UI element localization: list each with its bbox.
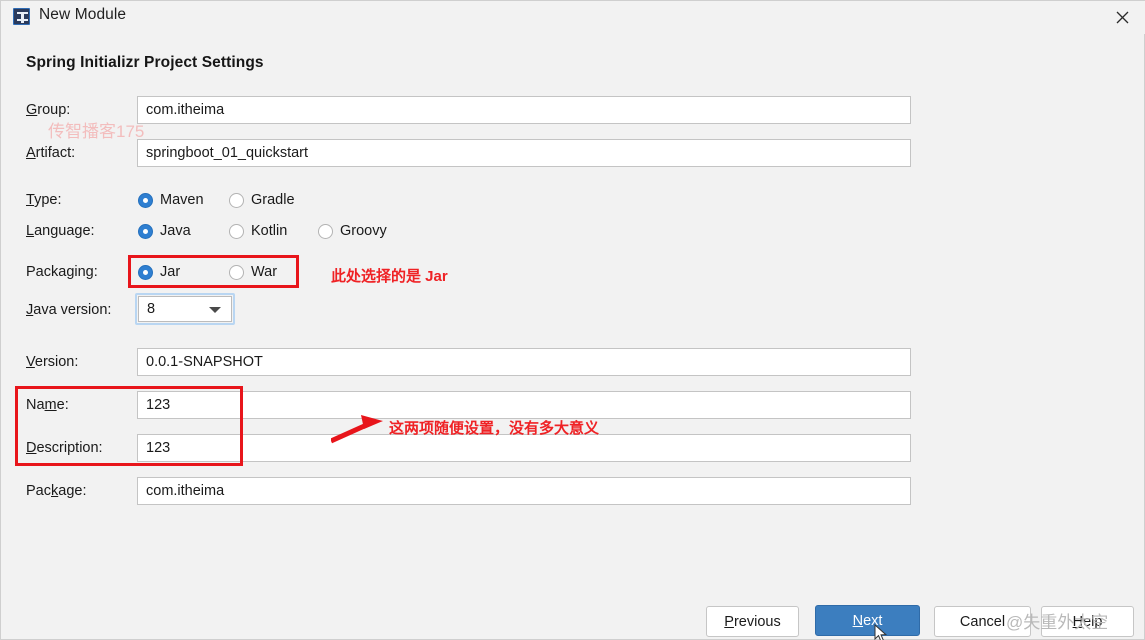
previous-button[interactable]: Previous (706, 606, 799, 637)
packaging-option-war[interactable]: War (229, 264, 277, 280)
language-label-text: anguage: (34, 223, 95, 239)
previous-button-label: Previous (724, 613, 781, 630)
annotation-text-packaging: 此处选择的是 Jar (331, 268, 448, 285)
package-label: Package: (26, 483, 87, 499)
type-label-text: ype: (34, 192, 62, 208)
artifact-input[interactable]: springboot_01_quickstart (137, 139, 911, 167)
close-icon[interactable] (1099, 1, 1145, 34)
group-input[interactable]: com.itheima (137, 96, 911, 124)
language-radio-group: Java Kotlin Groovy (138, 223, 387, 239)
language-option-groovy-label: Groovy (340, 223, 387, 239)
name-label: Name: (26, 397, 69, 413)
packaging-radio-group: Jar War (138, 264, 277, 280)
cancel-button-label: Cancel (959, 613, 1006, 630)
help-button-label: Help (1072, 613, 1103, 630)
name-input[interactable]: 123 (137, 391, 911, 419)
name-label-text: Na (26, 397, 45, 413)
watermark-top: 传智播客175 (48, 122, 145, 141)
java-version-value: 8 (147, 301, 156, 317)
artifact-label-text: rtifact: (35, 145, 76, 161)
language-label: Language: (26, 223, 95, 239)
page-title: Spring Initializr Project Settings (26, 54, 264, 71)
radio-selected-icon (138, 192, 153, 208)
package-input[interactable]: com.itheima (137, 477, 911, 505)
packaging-option-jar[interactable]: Jar (138, 264, 229, 280)
annotation-text-name-description: 这两项随便设置，没有多大意义 (389, 420, 600, 437)
type-option-maven-label: Maven (160, 192, 204, 208)
java-version-label: Java version: (26, 302, 112, 318)
radio-unselected-icon (229, 264, 244, 280)
radio-selected-icon (138, 223, 153, 239)
radio-unselected-icon (318, 223, 333, 239)
packaging-option-war-label: War (251, 264, 278, 280)
version-label: Version: (26, 354, 79, 370)
radio-unselected-icon (229, 192, 244, 208)
artifact-label: Artifact: (26, 145, 76, 161)
language-option-java[interactable]: Java (138, 223, 229, 239)
cancel-button[interactable]: Cancel (934, 606, 1031, 637)
type-option-gradle[interactable]: Gradle (229, 192, 295, 208)
chevron-down-icon (209, 307, 221, 313)
radio-unselected-icon (229, 223, 244, 239)
title-bar: New Module (1, 1, 1145, 34)
next-button[interactable]: Next (815, 605, 920, 636)
version-input[interactable]: 0.0.1-SNAPSHOT (137, 348, 911, 376)
packaging-label-text: Packa (26, 264, 67, 280)
type-option-maven[interactable]: Maven (138, 192, 229, 208)
window-title: New Module (39, 6, 127, 23)
radio-selected-icon (138, 264, 153, 280)
new-module-dialog: New Module Spring Initializr Project Set… (0, 0, 1145, 640)
language-option-kotlin-label: Kotlin (251, 223, 288, 239)
packaging-option-jar-label: Jar (160, 264, 181, 280)
type-option-gradle-label: Gradle (251, 192, 295, 208)
group-label: Group: (26, 102, 71, 118)
java-version-select-inner[interactable]: 8 (138, 296, 232, 322)
description-label: Description: (26, 440, 103, 456)
language-option-java-label: Java (160, 223, 191, 239)
next-button-label: Next (852, 612, 883, 629)
package-label-text: Pac (26, 483, 51, 499)
group-label-text: roup: (37, 102, 71, 118)
help-button[interactable]: Help (1041, 606, 1134, 637)
description-input[interactable]: 123 (137, 434, 911, 462)
java-version-label-text: ava version: (33, 302, 112, 318)
version-label-text: ersion: (34, 354, 79, 370)
language-option-groovy[interactable]: Groovy (318, 223, 387, 239)
annotation-arrow-icon (331, 415, 383, 444)
intellij-module-icon (13, 8, 30, 25)
description-label-text: escription: (36, 440, 103, 456)
java-version-select[interactable]: 8 (135, 293, 235, 325)
type-label: Type: (26, 192, 62, 208)
packaging-label: Packaging: (26, 264, 98, 280)
type-radio-group: Maven Gradle (138, 192, 295, 208)
language-option-kotlin[interactable]: Kotlin (229, 223, 318, 239)
